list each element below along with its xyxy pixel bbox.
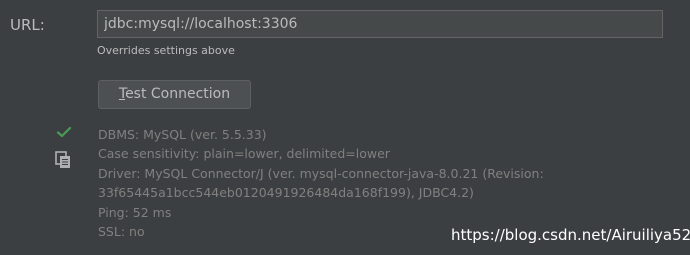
url-label: URL: <box>10 16 45 34</box>
check-icon <box>56 126 72 138</box>
info-driver-revision: 33f65445a1bcc544eb0120491926484da168f199… <box>98 185 474 201</box>
info-ping: Ping: 52 ms <box>98 204 172 220</box>
test-connection-button[interactable]: Test Connection <box>98 80 251 109</box>
url-hint: Overrides settings above <box>97 44 235 57</box>
copy-icon[interactable] <box>55 151 72 169</box>
info-dbms: DBMS: MySQL (ver. 5.5.33) <box>98 127 267 142</box>
watermark: https://blog.csdn.net/Airuiliya520 <box>451 226 690 244</box>
url-input[interactable] <box>97 10 663 38</box>
info-driver: Driver: MySQL Connector/J (ver. mysql-co… <box>98 165 544 181</box>
test-connection-label: est Connection <box>125 86 231 102</box>
info-case-sensitivity: Case sensitivity: plain=lower, delimited… <box>98 146 390 162</box>
connection-info: DBMS: MySQL (ver. 5.5.33) Case sensitivi… <box>98 125 568 241</box>
